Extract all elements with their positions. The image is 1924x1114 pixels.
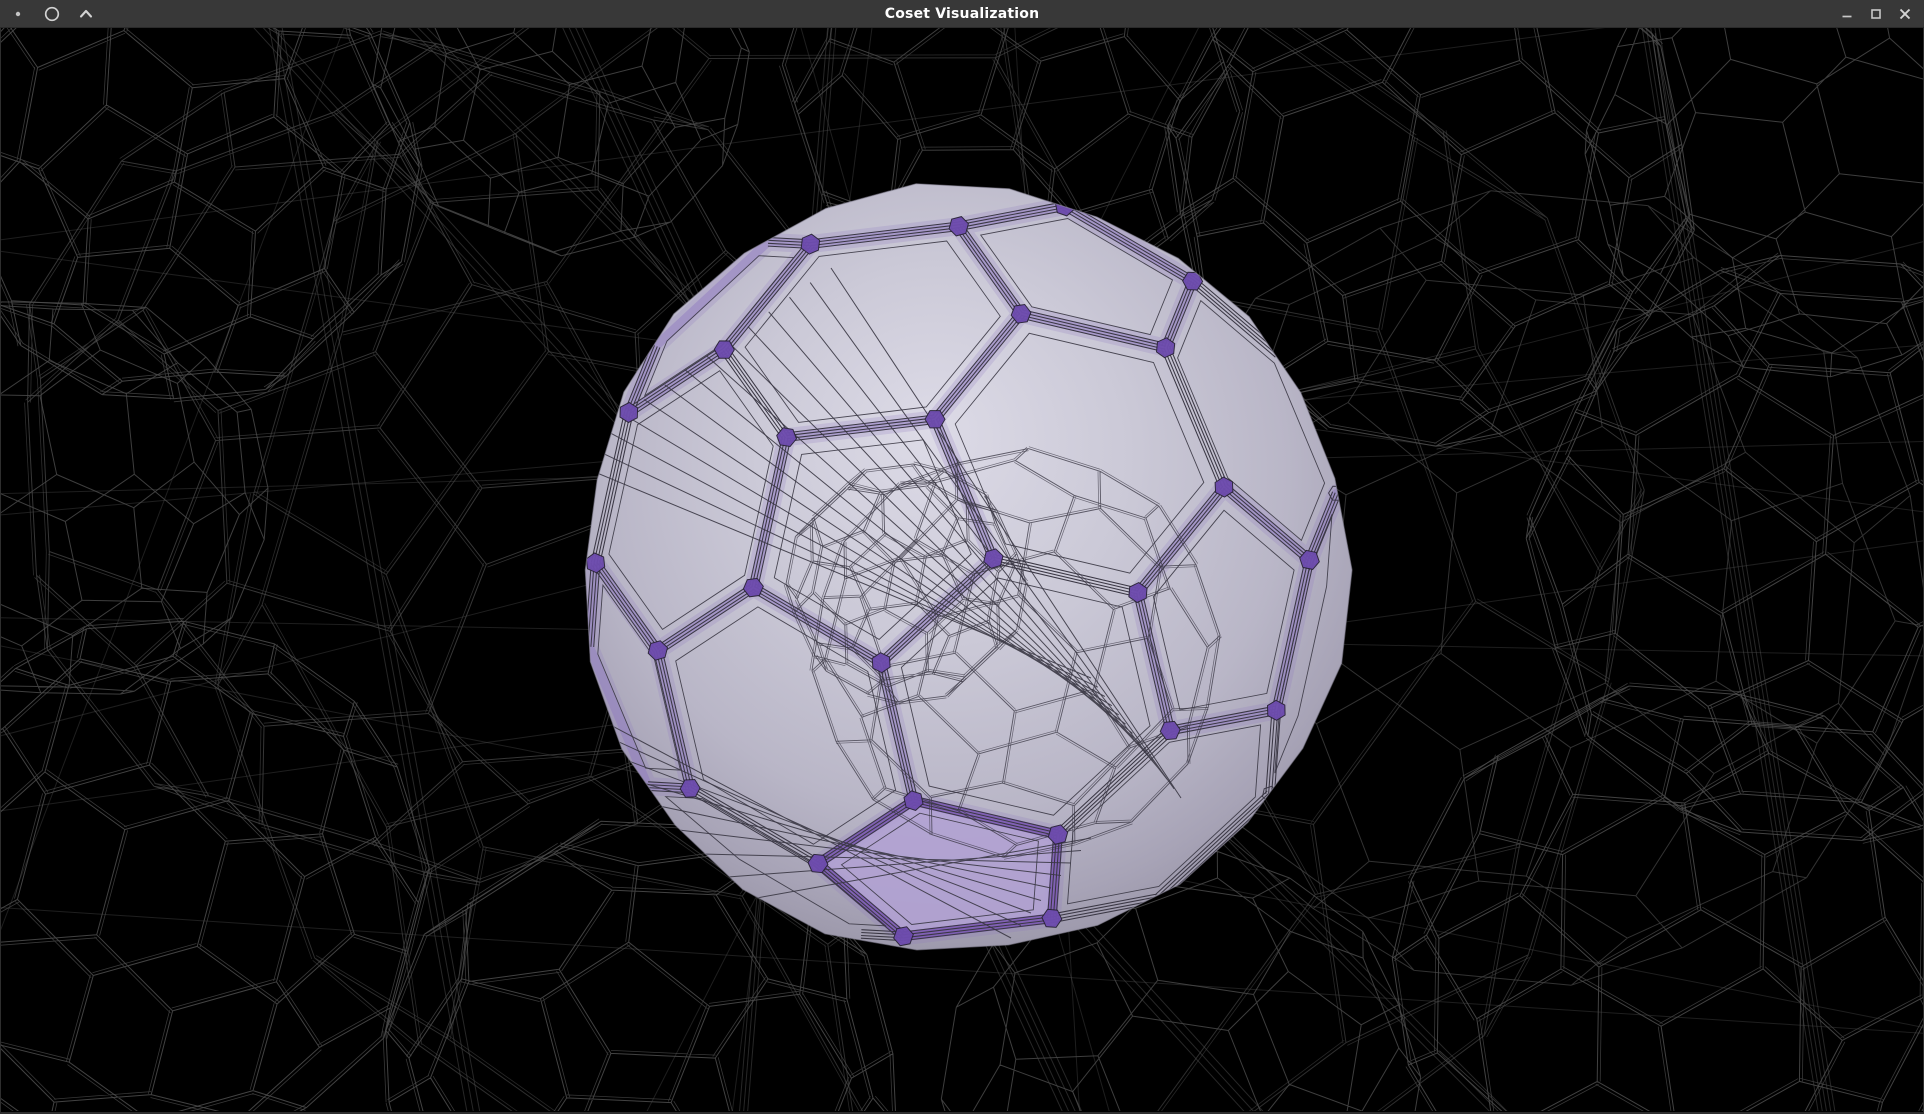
minimize-icon xyxy=(1839,6,1855,22)
circle-button-icon xyxy=(43,5,61,23)
dot-indicator-icon xyxy=(6,2,30,26)
close-icon xyxy=(1897,6,1913,22)
3d-visualization-canvas[interactable] xyxy=(1,28,1923,1111)
titlebar-left-controls xyxy=(0,0,98,27)
titlebar: Coset Visualization xyxy=(0,0,1924,28)
viewport xyxy=(0,28,1924,1114)
app-window: Coset Visualization xyxy=(0,0,1924,1114)
coset-ball xyxy=(541,184,1352,950)
close-button[interactable] xyxy=(1893,2,1917,26)
maximize-icon xyxy=(1868,6,1884,22)
chevron-up-icon xyxy=(77,5,95,23)
titlebar-right-controls xyxy=(1835,0,1924,27)
maximize-button[interactable] xyxy=(1864,2,1888,26)
window-title: Coset Visualization xyxy=(0,0,1924,28)
minimize-button[interactable] xyxy=(1835,2,1859,26)
chevron-up-button[interactable] xyxy=(74,2,98,26)
circle-button[interactable] xyxy=(40,2,64,26)
